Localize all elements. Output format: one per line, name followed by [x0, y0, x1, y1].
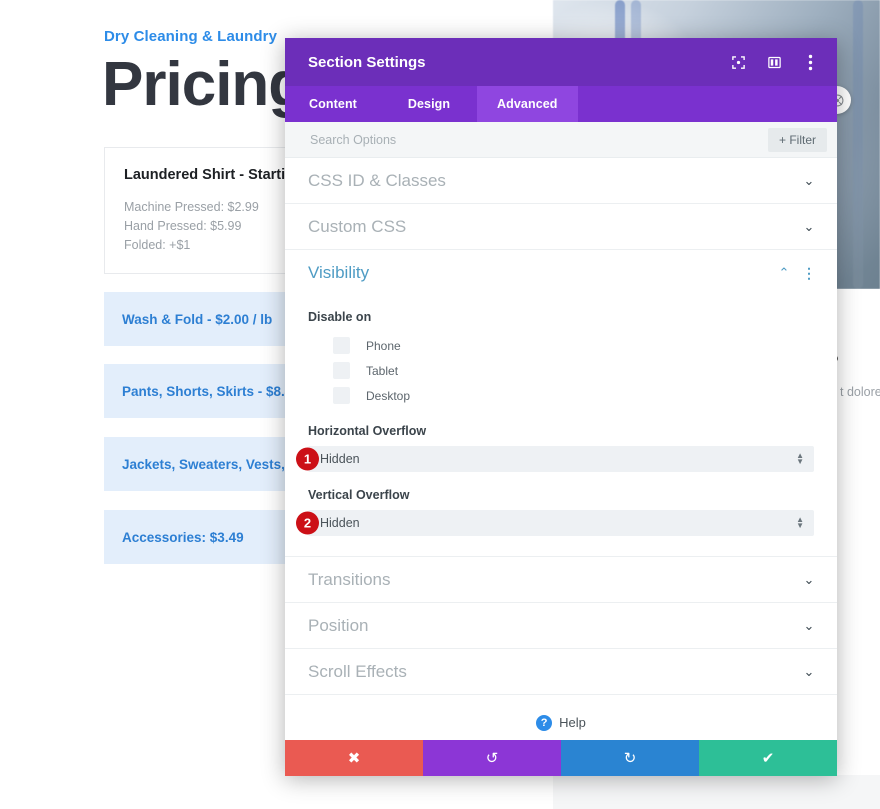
service-row-label: Wash & Fold - $2.00 / lb: [104, 312, 272, 327]
price-card-line: Folded: +$1: [124, 238, 190, 252]
vertical-overflow-wrap: 2 Hidden ▲▼: [308, 510, 814, 536]
page-title: Pricing: [102, 54, 305, 116]
redo-button[interactable]: ↻: [561, 740, 699, 776]
section-custom-css[interactable]: Custom CSS ⌄: [285, 204, 837, 250]
modal-body: CSS ID & Classes ⌄ Custom CSS ⌄ Visibili…: [285, 158, 837, 740]
tab-content[interactable]: Content: [285, 86, 381, 122]
redo-icon: ↻: [624, 749, 637, 767]
select-value: Hidden: [320, 452, 796, 466]
tab-advanced[interactable]: Advanced: [477, 86, 578, 122]
visibility-panel: Disable on Phone Tablet Desktop Horizont…: [285, 296, 837, 557]
save-button[interactable]: ✔: [699, 740, 837, 776]
select-value: Hidden: [320, 516, 796, 530]
select-stepper-icon: ▲▼: [796, 517, 804, 529]
search-input[interactable]: [308, 132, 768, 148]
section-visibility[interactable]: Visibility ⌃ ⋮: [285, 250, 837, 296]
chevron-down-icon: ⌄: [801, 219, 817, 235]
section-position[interactable]: Position ⌄: [285, 603, 837, 649]
modal-header-actions: [727, 51, 821, 73]
chevron-down-icon: ⌄: [801, 173, 817, 189]
filter-button[interactable]: + Filter: [768, 128, 827, 152]
screenshot-root: Dry Cleaning & Laundry Pricing Laundered…: [0, 0, 880, 809]
help-label: Help: [559, 715, 586, 730]
vertical-overflow-label: Vertical Overflow: [308, 488, 814, 502]
more-options-icon[interactable]: [799, 51, 821, 73]
section-label: Visibility: [308, 263, 776, 283]
section-options-icon[interactable]: ⋮: [802, 265, 817, 282]
price-card-line: Machine Pressed: $2.99: [124, 200, 259, 214]
section-label: Position: [308, 616, 801, 636]
undo-icon: ↺: [486, 749, 499, 767]
step-badge-1: 1: [296, 448, 319, 471]
modal-header: Section Settings: [285, 38, 837, 86]
chevron-down-icon: ⌄: [801, 618, 817, 634]
disable-on-label: Disable on: [308, 310, 814, 324]
section-scroll-effects[interactable]: Scroll Effects ⌄: [285, 649, 837, 695]
cancel-button[interactable]: ✖: [285, 740, 423, 776]
checkbox-label: Phone: [366, 339, 401, 353]
search-bar: + Filter: [285, 122, 837, 158]
chevron-down-icon: ⌄: [801, 572, 817, 588]
chevron-down-icon: ⌄: [801, 664, 817, 680]
body-text-snippet: t dolore m: [840, 385, 880, 399]
section-settings-modal: Section Settings: [285, 38, 837, 776]
modal-tabs: Content Design Advanced: [285, 86, 837, 122]
price-card-line: Hand Pressed: $5.99: [124, 219, 241, 233]
fullscreen-icon[interactable]: [727, 51, 749, 73]
checkbox-row-desktop[interactable]: Desktop: [308, 383, 814, 408]
footer-strip: [553, 775, 880, 809]
chevron-up-icon: ⌃: [776, 265, 792, 281]
help-link[interactable]: ? Help: [536, 715, 586, 731]
modal-title: Section Settings: [308, 54, 727, 71]
close-icon: ✖: [348, 749, 361, 767]
section-label: CSS ID & Classes: [308, 171, 801, 191]
page-eyebrow: Dry Cleaning & Laundry: [104, 28, 277, 45]
checkmark-icon: ✔: [762, 749, 775, 767]
section-css-id-classes[interactable]: CSS ID & Classes ⌄: [285, 158, 837, 204]
section-label: Transitions: [308, 570, 801, 590]
checkbox-tablet[interactable]: [333, 362, 350, 379]
checkbox-label: Desktop: [366, 389, 410, 403]
checkbox-row-tablet[interactable]: Tablet: [308, 358, 814, 383]
checkbox-desktop[interactable]: [333, 387, 350, 404]
checkbox-label: Tablet: [366, 364, 398, 378]
horizontal-overflow-select[interactable]: Hidden ▲▼: [308, 446, 814, 472]
service-row-label: Pants, Shorts, Skirts - $8.49: [104, 384, 300, 399]
tab-design[interactable]: Design: [381, 86, 477, 122]
section-transitions[interactable]: Transitions ⌄: [285, 557, 837, 603]
step-badge-2: 2: [296, 512, 319, 535]
select-stepper-icon: ▲▼: [796, 453, 804, 465]
checkbox-row-phone[interactable]: Phone: [308, 333, 814, 358]
section-label: Custom CSS: [308, 217, 801, 237]
horizontal-overflow-label: Horizontal Overflow: [308, 424, 814, 438]
service-row-label: Accessories: $3.49: [104, 530, 244, 545]
help-row: ? Help: [285, 695, 837, 740]
checkbox-phone[interactable]: [333, 337, 350, 354]
section-label: Scroll Effects: [308, 662, 801, 682]
question-mark-icon: ?: [536, 715, 552, 731]
panel-layout-icon[interactable]: [763, 51, 785, 73]
vertical-overflow-select[interactable]: Hidden ▲▼: [308, 510, 814, 536]
undo-button[interactable]: ↺: [423, 740, 561, 776]
modal-footer: ✖ ↺ ↻ ✔: [285, 740, 837, 776]
horizontal-overflow-wrap: 1 Hidden ▲▼: [308, 446, 814, 472]
